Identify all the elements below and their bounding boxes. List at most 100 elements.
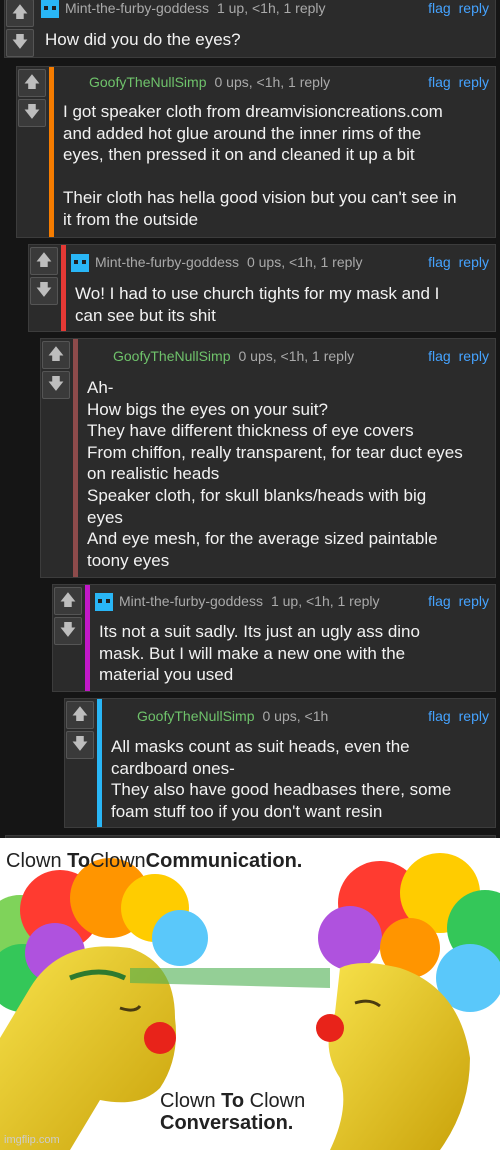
meme-caption-part: To: [221, 1090, 245, 1112]
comment-body: Wo! I had to use church tights for my ma…: [75, 283, 439, 326]
vote-controls: 🡅 🡇: [5, 0, 35, 59]
downvote-button[interactable]: 🡇: [18, 99, 46, 127]
comment-line: and added hot glue around the inner rims…: [63, 123, 422, 143]
vote-controls: 🡅 🡇: [41, 339, 71, 401]
comment-line: on realistic heads: [87, 464, 220, 484]
avatar[interactable]: [71, 254, 89, 273]
comment-actions: flag reply: [420, 705, 489, 727]
reply-link[interactable]: reply: [459, 254, 489, 270]
comment-line: Speaker cloth, for skull blanks/heads wi…: [87, 485, 427, 505]
username-link[interactable]: GoofyTheNullSimp: [113, 348, 231, 364]
avatar[interactable]: [41, 0, 59, 19]
comment-stats: 1 up, <1h, 1 reply: [270, 593, 380, 609]
comment-5: 🡅 🡇 Mint-the-furby-goddess 1 up, <1h, 1 r…: [52, 584, 496, 692]
comment-stats: 0 ups, <1h, 1 reply: [246, 254, 363, 270]
comment-actions: flag reply: [420, 0, 489, 19]
downvote-button[interactable]: 🡇: [42, 371, 70, 399]
upvote-button[interactable]: 🡅: [30, 247, 58, 275]
username-link[interactable]: GoofyTheNullSimp: [137, 708, 255, 724]
meme-caption-part: Clown: [160, 1090, 222, 1112]
comment-line: How did you do the eyes?: [45, 30, 241, 49]
comment-line: foam stuff too if you don't want resin: [111, 801, 383, 821]
comment-actions: flag reply: [420, 71, 489, 93]
comment-line: They have different thickness of eye cov…: [87, 421, 414, 441]
comment-line: toony eyes: [87, 550, 170, 570]
downvote-button[interactable]: 🡇: [66, 731, 94, 759]
flag-link[interactable]: flag: [428, 254, 451, 270]
comment-actions: flag reply: [420, 345, 489, 367]
reply-link[interactable]: reply: [459, 74, 489, 90]
comment-line: Its not a suit sadly. Its just an ugly a…: [99, 622, 420, 641]
comment-6: 🡅 🡇 GoofyTheNullSimp 0 ups, <1h flag reply…: [64, 698, 496, 828]
comment-body: Its not a suit sadly. Its just an ugly a…: [99, 621, 420, 686]
comment-line: material you used: [99, 665, 234, 685]
comment-line: cardboard ones-: [111, 758, 235, 778]
downvote-button[interactable]: 🡇: [6, 29, 34, 57]
right-clown: [316, 853, 500, 1150]
comment-body: I got speaker cloth from dreamvisioncrea…: [63, 101, 457, 231]
vote-controls: 🡅 🡇: [29, 245, 59, 307]
comment-meta: Mint-the-furby-goddess 1 up, <1h, 1 reply: [41, 0, 326, 19]
username-link[interactable]: Mint-the-furby-goddess: [95, 254, 239, 270]
comment-meta: Mint-the-furby-goddess 0 ups, <1h, 1 repl…: [71, 251, 363, 273]
comment-body: All masks count as suit heads, even the …: [111, 736, 451, 822]
username-link[interactable]: Mint-the-furby-goddess: [119, 593, 263, 609]
reply-link[interactable]: reply: [459, 708, 489, 724]
reply-link[interactable]: reply: [459, 348, 489, 364]
comment-line: it from the outside: [63, 209, 199, 229]
thread-depth-bar: [73, 339, 78, 577]
thread-depth-bar: [61, 245, 66, 331]
username-link[interactable]: GoofyTheNullSimp: [89, 74, 207, 90]
comment-line: From chiffon, really transparent, for te…: [87, 442, 463, 462]
upvote-button[interactable]: 🡅: [18, 69, 46, 97]
username-link[interactable]: Mint-the-furby-goddess: [65, 0, 209, 16]
avatar[interactable]: [95, 593, 113, 612]
comment-line: mask. But I will make a new one with the: [99, 643, 406, 663]
comment-3: 🡅 🡇 Mint-the-furby-goddess 0 ups, <1h, 1 …: [28, 244, 496, 332]
upvote-button[interactable]: 🡅: [54, 587, 82, 615]
comment-actions: flag reply: [420, 251, 489, 273]
comment-line: can see but its shit: [75, 305, 216, 325]
comment-line: [63, 166, 457, 188]
meme-title-part: To: [67, 850, 91, 872]
comment-4: 🡅 🡇 GoofyTheNullSimp 0 ups, <1h, 1 reply …: [40, 338, 496, 578]
comment-line: I got speaker cloth from dreamvisioncrea…: [63, 102, 443, 121]
meme-caption-line: Conversation.: [160, 1112, 294, 1134]
downvote-button[interactable]: 🡇: [30, 277, 58, 305]
comment-body: How did you do the eyes?: [45, 29, 241, 51]
thread-depth-bar: [97, 699, 102, 827]
reply-link[interactable]: reply: [459, 593, 489, 609]
comment-line: Their cloth has hella good vision but yo…: [63, 188, 457, 208]
meme-caption-part: Clown: [244, 1090, 306, 1112]
thread-depth-bar: [85, 585, 90, 691]
upvote-button[interactable]: 🡅: [6, 0, 34, 27]
comment-2: 🡅 🡇 GoofyTheNullSimp 0 ups, <1h, 1 reply …: [16, 66, 496, 238]
upvote-button[interactable]: 🡅: [66, 701, 94, 729]
meme-title-part: Communication.: [145, 850, 303, 872]
flag-link[interactable]: flag: [428, 74, 451, 90]
flag-link[interactable]: flag: [428, 0, 451, 16]
comment-actions: flag reply: [420, 590, 489, 612]
comment-line: eyes, then pressed it on and cleaned it …: [63, 145, 415, 165]
comment-line: eyes: [87, 507, 123, 527]
upvote-button[interactable]: 🡅: [42, 341, 70, 369]
comment-line: All masks count as suit heads, even the: [111, 737, 410, 756]
flag-link[interactable]: flag: [428, 708, 451, 724]
meme-title-part: Clown: [6, 850, 68, 872]
vote-controls: 🡅 🡇: [65, 699, 95, 761]
comment-meta: GoofyTheNullSimp 0 ups, <1h, 1 reply: [89, 71, 330, 93]
reply-link[interactable]: reply: [459, 0, 489, 16]
downvote-button[interactable]: 🡇: [54, 617, 82, 645]
comment-meta: Mint-the-furby-goddess 1 up, <1h, 1 reply: [95, 590, 380, 612]
comment-body: Ah- How bigs the eyes on your suit? They…: [87, 377, 463, 571]
flag-link[interactable]: flag: [428, 593, 451, 609]
meme-title: Clown ToClownCommunication.: [6, 850, 302, 873]
comment-line: How bigs the eyes on your suit?: [87, 399, 328, 419]
comment-line: They also have good headbases there, som…: [111, 780, 452, 800]
meme-title-part: Clown: [90, 850, 146, 872]
meme-caption: Clown To Clown Conversation.: [160, 1090, 305, 1134]
comment-stats: 0 ups, <1h, 1 reply: [214, 74, 331, 90]
vote-controls: 🡅 🡇: [53, 585, 83, 647]
flag-link[interactable]: flag: [428, 348, 451, 364]
comment-stats: 0 ups, <1h, 1 reply: [238, 348, 355, 364]
